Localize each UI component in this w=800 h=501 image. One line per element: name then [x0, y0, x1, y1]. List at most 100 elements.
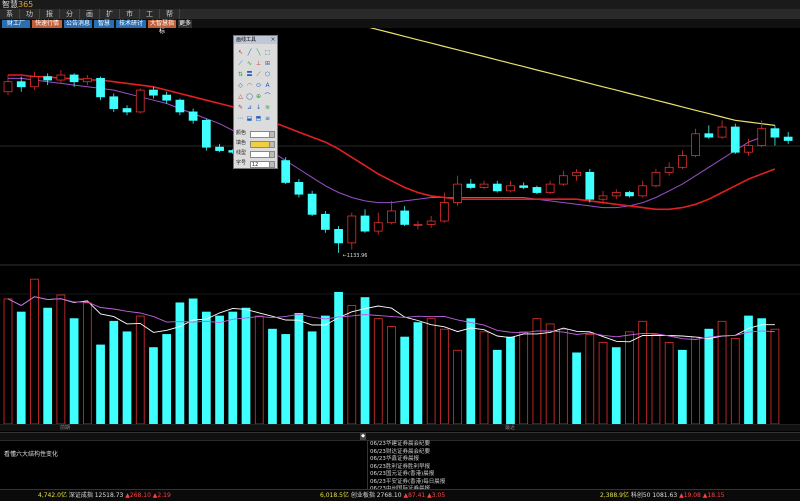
draw-tool-icon[interactable]: A: [264, 82, 271, 89]
draw-tool-icon[interactable]: ≋: [264, 104, 271, 111]
menu-item[interactable]: 扩: [100, 9, 120, 19]
volume-bar: [268, 328, 277, 424]
draw-tool-icon[interactable]: △: [237, 93, 244, 100]
collapse-icon[interactable]: ◆: [360, 433, 366, 440]
draw-tool-icon[interactable]: ⊞: [264, 60, 271, 67]
candle-body: [16, 81, 26, 88]
draw-tool-icon[interactable]: ◠: [246, 82, 253, 89]
draw-tool-icon[interactable]: ↓: [255, 104, 262, 111]
candle-body: [162, 94, 172, 101]
quote-value: 2768.10: [376, 492, 404, 499]
menu-item[interactable]: 系: [0, 9, 20, 19]
draw-tool-icon[interactable]: ⋯: [237, 115, 244, 122]
draw-tool-icon[interactable]: ⬒: [255, 115, 262, 122]
volume-bar: [664, 341, 674, 424]
draw-tool-icon[interactable]: ⬓: [246, 115, 253, 122]
news-item[interactable]: 06/23平安证券(香港)每日晨报: [370, 479, 800, 487]
kline-chart[interactable]: ←1133.96: [0, 28, 800, 424]
tab-5[interactable]: 大智慧指标: [148, 20, 176, 35]
tab-0[interactable]: 财工厂: [2, 20, 30, 28]
draw-tool-icon[interactable]: ╲: [255, 49, 262, 56]
draw-tool-icon[interactable]: 〓: [246, 71, 253, 78]
candle-body: [281, 160, 291, 183]
tab-2[interactable]: 公告消息: [64, 20, 92, 28]
candle-body: [559, 175, 568, 185]
index-quote[interactable]: 6,018.5亿 创业板指 2768.10 ▲87.41 ▲3.05: [320, 490, 445, 501]
candle-body: [175, 99, 185, 113]
index-quote[interactable]: 4,742.0亿 深证成指 12518.73 ▲268.10 ▲2.19: [38, 490, 171, 501]
news-item[interactable]: 06/23财达证券晨会纪要: [370, 449, 800, 457]
close-icon[interactable]: ×: [270, 36, 276, 43]
draw-tool-icon[interactable]: ◇: [237, 82, 244, 89]
menu-item[interactable]: 工: [140, 9, 160, 19]
candle-body: [730, 126, 740, 153]
linestyle-label: 线型: [236, 150, 247, 156]
panel-divider: [367, 440, 368, 490]
news-item[interactable]: 06/23华建证券晨会纪要: [370, 441, 800, 449]
draw-tool-icon[interactable]: ⬭: [255, 82, 262, 89]
candle-body: [307, 193, 317, 215]
chevron-down-icon[interactable]: [269, 141, 275, 148]
menu-item[interactable]: 市: [120, 9, 140, 19]
news-item[interactable]: 06/23国元证券(香港)晨报: [370, 471, 800, 479]
candle-body: [532, 187, 542, 193]
news-title: 华鑫证券晨报: [386, 456, 420, 462]
volume-bar: [426, 318, 436, 424]
chevron-down-icon[interactable]: [269, 151, 275, 158]
tab-4[interactable]: 技术研讨: [116, 20, 146, 28]
draw-tool-icon[interactable]: ⟋: [237, 60, 244, 67]
draw-tool-icon[interactable]: ◯: [246, 93, 253, 100]
quote-change: ▲268.10: [125, 492, 153, 499]
quote-amount: 4,742.0亿: [38, 492, 67, 499]
toolbox-title[interactable]: 画线工具 ×: [234, 36, 277, 44]
volume-bar: [492, 349, 502, 424]
chevron-down-icon[interactable]: [269, 131, 275, 138]
volume-bar: [162, 334, 172, 424]
menu-item[interactable]: 帮: [160, 9, 180, 19]
tab-3[interactable]: 智慧: [94, 20, 114, 28]
candle-body: [360, 215, 370, 232]
menu-item[interactable]: 分: [60, 9, 80, 19]
news-item[interactable]: 06/23胜利证券胜利早报: [370, 464, 800, 472]
volume-bar: [347, 305, 357, 424]
candle-body: [69, 74, 79, 83]
draw-tool-icon[interactable]: ⬡: [264, 71, 271, 78]
index-quote[interactable]: 2,388.9亿 科创50 1081.63 ▲19.08 ▲18.15: [600, 490, 725, 501]
volume-bar: [215, 315, 224, 424]
quote-amount: 2,388.9亿: [600, 492, 629, 499]
draw-tool-icon[interactable]: ╱: [246, 49, 253, 56]
news-item[interactable]: 06/23华鑫证券晨报: [370, 456, 800, 464]
tab-1[interactable]: 快速行情: [32, 20, 62, 28]
draw-tool-icon[interactable]: ⊥: [255, 60, 262, 67]
info-panel: ◆ 看懂六大结构性变化 06/23华建证券晨会纪要 06/23财达证券晨会纪要 06…: [0, 432, 800, 492]
menu-item[interactable]: 功: [20, 9, 40, 19]
toolbox-fontsize-row[interactable]: 字号 12: [236, 160, 275, 168]
volume-bar: [149, 347, 158, 424]
tab-6[interactable]: 更多: [178, 20, 192, 28]
candle-body: [479, 183, 489, 188]
draw-tool-icon[interactable]: ∿: [246, 60, 253, 67]
toolbox-fill-row[interactable]: 填色: [236, 140, 275, 148]
draw-tool-icon[interactable]: ⟋: [255, 71, 262, 78]
draw-tool-icon[interactable]: ⌒: [264, 93, 271, 100]
candle-body: [320, 213, 330, 230]
menu-item[interactable]: 画: [80, 9, 100, 19]
menu-item[interactable]: 报: [40, 9, 60, 19]
drawing-toolbox[interactable]: 画线工具 × ↖ ╱ ╲ ⬚⟋ ∿ ⊥ ⊞⇅ 〓 ⟋ ⬡◇ ◠ ⬭ A△ ◯ ⊕ ⌒✎ ⊿ ↓ ≋⋯ ⬓ ⬒ ≡ 颜色 填色…: [233, 35, 278, 169]
candle-body: [294, 182, 304, 195]
volume-bar: [506, 336, 515, 424]
draw-tool-icon[interactable]: ✎: [237, 104, 244, 111]
draw-tool-icon[interactable]: ↖: [237, 49, 244, 56]
draw-tool-icon[interactable]: ⇅: [237, 71, 244, 78]
draw-tool-icon[interactable]: ⬚: [264, 49, 271, 56]
volume-bar: [135, 315, 145, 424]
draw-tool-icon[interactable]: ⊿: [246, 104, 253, 111]
draw-tool-icon[interactable]: ≡: [264, 115, 271, 122]
time-scrollbar[interactable]: 前期 最近: [0, 424, 800, 431]
candle-body: [347, 215, 357, 244]
draw-tool-icon[interactable]: ⊕: [255, 93, 262, 100]
toolbox-linestyle-row[interactable]: 线型: [236, 150, 275, 158]
toolbox-color-row[interactable]: 颜色: [236, 130, 275, 138]
article-headline[interactable]: 看懂六大结构性变化: [4, 449, 58, 458]
chevron-down-icon[interactable]: [269, 161, 275, 168]
